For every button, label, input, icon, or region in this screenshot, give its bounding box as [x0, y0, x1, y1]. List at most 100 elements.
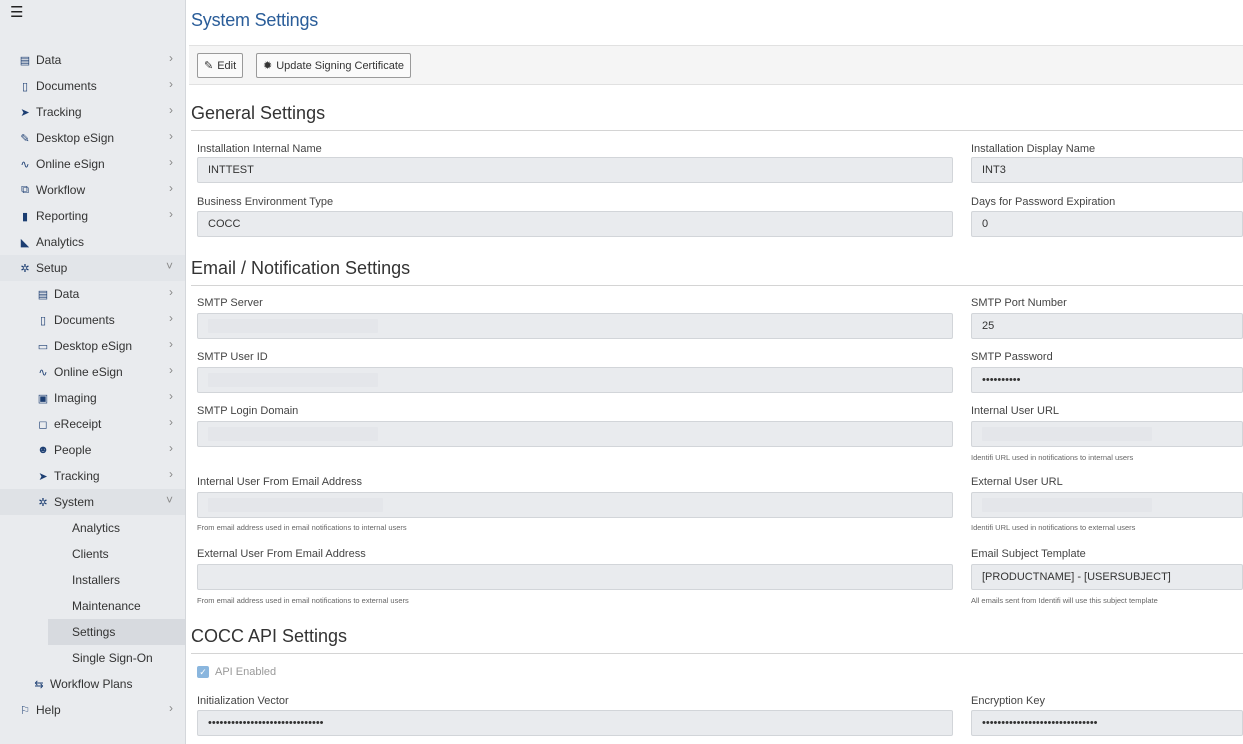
redacted-value: [208, 427, 378, 441]
exchange-icon: ⇆: [34, 678, 44, 691]
sidebar-item-label: Online eSign: [54, 365, 123, 379]
sidebar-item-system-sso[interactable]: Single Sign-On: [48, 645, 185, 671]
smtp-password-field[interactable]: ••••••••••: [971, 367, 1243, 393]
sidebar-item-system-installers[interactable]: Installers: [48, 567, 185, 593]
sidebar-item-setup-documents[interactable]: ▯ Documents ›: [0, 307, 185, 333]
sidebar-item-label: Reporting: [36, 209, 89, 223]
api-enabled-checkbox[interactable]: ✓ API Enabled: [197, 666, 276, 678]
sidebar-item-setup-desktop-esign[interactable]: ▭ Desktop eSign ›: [0, 333, 185, 359]
sidebar-item-label: Imaging: [54, 391, 97, 405]
sidebar-item-data[interactable]: ▤ Data ›: [0, 47, 185, 73]
sidebar-item-setup-online-esign[interactable]: ∿ Online eSign ›: [0, 359, 185, 385]
sidebar-item-desktop-esign[interactable]: ✎ Desktop eSign ›: [0, 125, 185, 151]
chevron-right-icon: ›: [169, 311, 173, 325]
internal-from-label: Internal User From Email Address: [197, 476, 363, 488]
sidebar-item-system-analytics[interactable]: Analytics: [48, 515, 185, 541]
sitemap-icon: ⧉: [21, 183, 29, 196]
chevron-right-icon: ›: [169, 129, 173, 143]
edit-button-label: Edit: [217, 59, 237, 72]
sidebar-item-system-clients[interactable]: Clients: [48, 541, 185, 567]
internal-url-label: Internal User URL: [971, 405, 1060, 417]
business-environment-value: COCC: [208, 218, 241, 230]
sidebar-item-system-maintenance[interactable]: Maintenance: [48, 593, 185, 619]
sidebar-item-reporting[interactable]: ▮ Reporting ›: [0, 203, 185, 229]
chevron-right-icon: ›: [169, 467, 173, 481]
internal-url-help: Identifi URL used in notifications to in…: [971, 453, 1134, 462]
sidebar: ☰ ▤ Data › ▯ Documents › ➤ Tracking › ✎ …: [0, 0, 186, 744]
sidebar-item-online-esign[interactable]: ∿ Online eSign ›: [0, 151, 185, 177]
external-url-field[interactable]: [971, 492, 1243, 518]
chevron-right-icon: ›: [169, 77, 173, 91]
sidebar-item-label: Settings: [72, 625, 116, 639]
clipboard-icon: ▯: [39, 314, 47, 327]
api-enabled-label: API Enabled: [215, 666, 277, 678]
users-icon: ☻: [37, 444, 49, 456]
sidebar-item-label: Tracking: [54, 469, 100, 483]
chevron-down-icon: ˅: [165, 493, 173, 507]
chevron-right-icon: ›: [169, 415, 173, 429]
sidebar-item-label: Help: [36, 703, 61, 717]
clipboard-icon: ▯: [21, 80, 29, 93]
sidebar-item-label: Workflow Plans: [50, 677, 133, 691]
smtp-password-label: SMTP Password: [971, 351, 1053, 363]
smtp-server-field[interactable]: [197, 313, 953, 339]
display-name-field[interactable]: INT3: [971, 157, 1243, 183]
menu-toggle-icon[interactable]: ☰: [0, 0, 185, 44]
desktop-icon: ▭: [37, 340, 49, 353]
internal-url-field[interactable]: [971, 421, 1243, 447]
smtp-domain-field[interactable]: [197, 421, 953, 447]
external-from-field[interactable]: [197, 564, 953, 590]
subject-template-value: [PRODUCTNAME] - [USERSUBJECT]: [982, 571, 1171, 583]
smtp-port-field[interactable]: 25: [971, 313, 1243, 339]
sidebar-item-help[interactable]: ⚐ Help ›: [0, 697, 185, 723]
subject-template-help: All emails sent from Identifi will use t…: [971, 596, 1158, 605]
sidebar-item-setup-tracking[interactable]: ➤ Tracking ›: [0, 463, 185, 489]
sidebar-item-setup[interactable]: ✲ Setup ˅: [0, 255, 185, 281]
smtp-port-value: 25: [982, 320, 995, 332]
internal-from-field[interactable]: [197, 492, 953, 518]
sidebar-item-tracking[interactable]: ➤ Tracking ›: [0, 99, 185, 125]
sidebar-item-system-settings[interactable]: Settings: [48, 619, 185, 645]
password-expiration-value: 0: [982, 218, 989, 230]
initialization-vector-label: Initialization Vector: [197, 695, 289, 707]
initialization-vector-field[interactable]: ••••••••••••••••••••••••••••••: [197, 710, 953, 736]
password-expiration-label: Days for Password Expiration: [971, 196, 1116, 208]
sidebar-item-workflow-plans[interactable]: ⇆ Workflow Plans: [0, 671, 185, 697]
encryption-key-field[interactable]: ••••••••••••••••••••••••••••••: [971, 710, 1243, 736]
sidebar-item-label: Analytics: [36, 235, 85, 249]
external-url-help: Identifi URL used in notifications to ex…: [971, 523, 1136, 532]
chevron-right-icon: ›: [169, 51, 173, 65]
pen-icon: ✎: [20, 132, 30, 145]
divider: [191, 130, 1243, 131]
update-cert-button-label: Update Signing Certificate: [276, 59, 405, 72]
chevron-down-icon: ˅: [165, 259, 173, 273]
smtp-user-field[interactable]: [197, 367, 953, 393]
sidebar-item-workflow[interactable]: ⧉ Workflow ›: [0, 177, 185, 203]
sidebar-item-analytics[interactable]: ◣ Analytics: [0, 229, 185, 255]
external-url-label: External User URL: [971, 476, 1063, 488]
sidebar-item-setup-system[interactable]: ✲ System ˅: [0, 489, 185, 515]
main-content: System Settings ✎ Edit ✹ Update Signing …: [186, 0, 1243, 744]
sidebar-item-setup-ereceipt[interactable]: ◻ eReceipt ›: [0, 411, 185, 437]
sidebar-item-label: Workflow: [36, 183, 86, 197]
sidebar-item-setup-data[interactable]: ▤ Data ›: [0, 281, 185, 307]
sidebar-item-label: Analytics: [72, 521, 121, 535]
smtp-server-label: SMTP Server: [197, 297, 263, 309]
internal-name-field[interactable]: INTTEST: [197, 157, 953, 183]
section-title-email: Email / Notification Settings: [191, 258, 411, 278]
password-expiration-field[interactable]: 0: [971, 211, 1243, 237]
page-title: System Settings: [191, 10, 319, 30]
section-title-cocc: COCC API Settings: [191, 626, 348, 646]
chevron-right-icon: ›: [169, 441, 173, 455]
sidebar-item-setup-people[interactable]: ☻ People ›: [0, 437, 185, 463]
update-signing-certificate-button[interactable]: ✹ Update Signing Certificate: [256, 53, 412, 78]
certificate-icon: ✹: [263, 60, 273, 72]
sidebar-item-documents[interactable]: ▯ Documents ›: [0, 73, 185, 99]
sidebar-item-label: Documents: [54, 313, 115, 327]
smtp-user-label: SMTP User ID: [197, 351, 268, 363]
sidebar-item-setup-imaging[interactable]: ▣ Imaging ›: [0, 385, 185, 411]
business-environment-field[interactable]: COCC: [197, 211, 953, 237]
toolbar: ✎ Edit ✹ Update Signing Certificate: [189, 45, 1243, 85]
edit-button[interactable]: ✎ Edit: [197, 53, 244, 78]
subject-template-field[interactable]: [PRODUCTNAME] - [USERSUBJECT]: [971, 564, 1243, 590]
